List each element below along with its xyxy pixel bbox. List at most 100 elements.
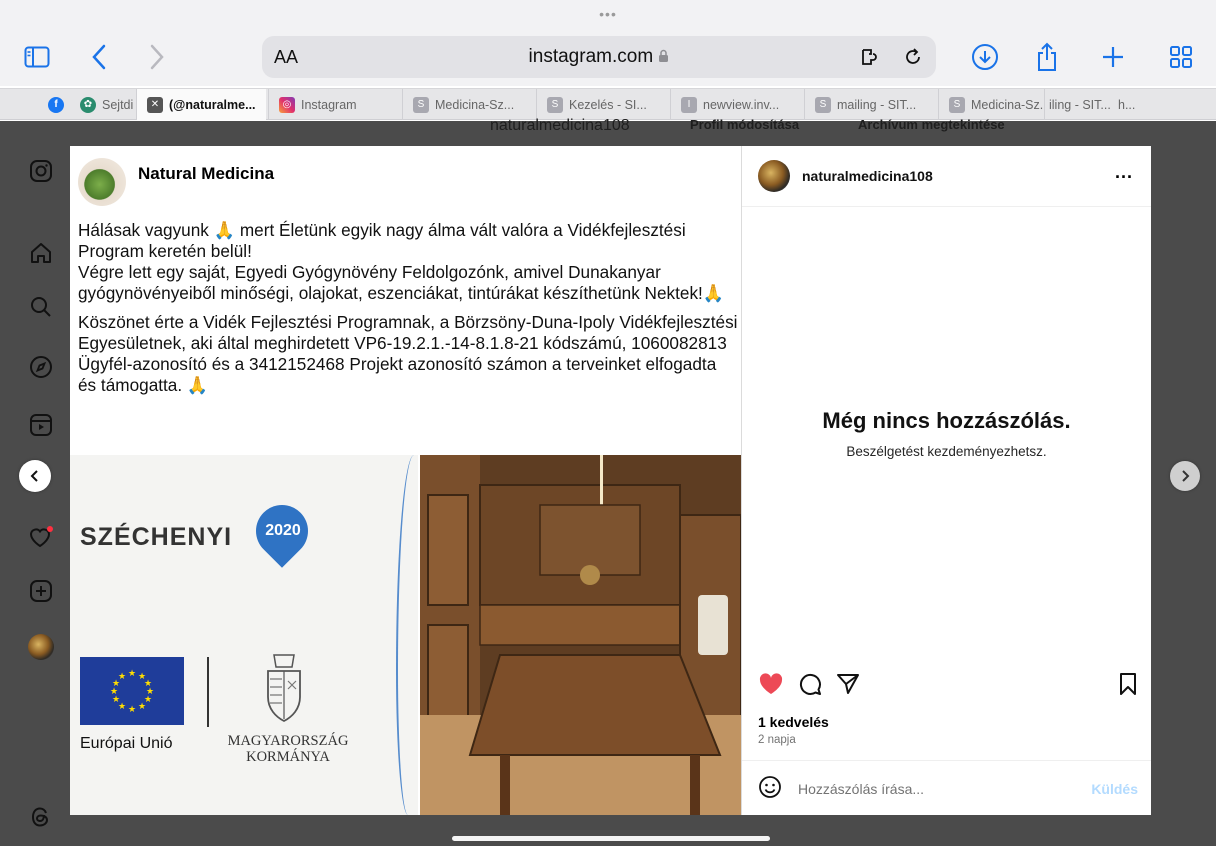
tab-naturalmedicina-x[interactable]: ✕ (@naturalme... [136, 89, 266, 120]
tab-label: Sejtdi [102, 97, 134, 112]
notifications-icon[interactable] [24, 520, 58, 554]
actions-divider [742, 760, 1151, 761]
svg-text:★: ★ [118, 672, 126, 682]
author-username[interactable]: naturalmedicina108 [802, 168, 933, 184]
background-view-archive: Archívum megtekintése [858, 117, 1005, 132]
reader-extension-icon[interactable] [860, 46, 884, 73]
threads-icon[interactable] [24, 800, 58, 834]
s-icon: S [547, 96, 563, 113]
comment-input[interactable] [798, 781, 1068, 797]
s-icon: S [949, 96, 965, 113]
tab-newview[interactable]: I newview.inv... [670, 89, 804, 120]
home-icon[interactable] [24, 236, 58, 270]
post-images: SZÉCHENYI 2020 ★ ★ ★ ★ ★ ★ ★ ★ ★ ★ ★ ★ Európai Unió… [70, 455, 741, 815]
tab-label: mailing - SIT... [837, 97, 917, 112]
reels-icon[interactable] [24, 408, 58, 442]
author-avatar[interactable] [758, 160, 790, 192]
workshop-photo [420, 455, 741, 815]
emoji-icon[interactable] [758, 775, 782, 804]
sidebar-toggle-icon[interactable] [20, 40, 54, 74]
chevron-left-icon [30, 470, 38, 482]
tab-facebook[interactable]: f [40, 89, 70, 120]
tab-overview-icon[interactable] [1164, 40, 1198, 74]
comments-panel: naturalmedicina108 ... Még nincs hozzász… [741, 146, 1151, 815]
url-text[interactable]: instagram.com [262, 46, 936, 68]
tab-label: Kezelés - SI... [569, 97, 647, 112]
tab-medicina-sz[interactable]: S Medicina-Sz... [402, 89, 536, 120]
url-label: instagram.com [528, 46, 654, 67]
send-comment-button[interactable]: Küldés [1091, 781, 1138, 797]
header-divider [742, 206, 1151, 207]
szechenyi-logo-text: SZÉCHENYI [80, 523, 233, 551]
instagram-icon: ◎ [279, 96, 295, 113]
tab-bar: f ✿ Sejtdi ✕ (@naturalme... ◎ Instagram … [0, 88, 1216, 120]
tab-kezeles[interactable]: S Kezelés - SI... [536, 89, 670, 120]
background-profile-name: naturalmedicina108 [490, 117, 630, 134]
post-paragraph: Végre lett egy saját, Egyedi Gyógynövény… [78, 262, 725, 303]
tab-medicina-sz-2[interactable]: S Medicina-Sz... [938, 89, 1044, 120]
hungarian-government-label: MAGYARORSZÁG KORMÁNYA [218, 733, 358, 765]
like-heart-icon[interactable] [758, 672, 784, 701]
hu-label-line-2: KORMÁNYA [246, 749, 330, 765]
instagram-logo-icon[interactable] [24, 154, 58, 188]
post-media[interactable]: Natural Medicina Hálásak vagyunk 🙏 mert … [70, 146, 741, 815]
download-icon[interactable] [968, 40, 1002, 74]
tab-label: Medicina-Sz... [435, 97, 515, 112]
post-actions [758, 670, 1138, 700]
flower-icon: ✿ [80, 96, 96, 113]
new-tab-icon[interactable] [1096, 40, 1130, 74]
post-author-avatar [78, 158, 126, 206]
facebook-icon: f [48, 96, 64, 113]
lock-icon [658, 46, 669, 67]
svg-text:★: ★ [128, 705, 136, 715]
explore-icon[interactable] [24, 350, 58, 384]
reload-icon[interactable] [902, 46, 924, 73]
hungarian-crest-icon [258, 651, 310, 725]
home-indicator[interactable] [452, 836, 770, 841]
divider [207, 657, 209, 727]
more-options-button[interactable]: ... [1115, 162, 1133, 183]
back-icon[interactable] [82, 40, 116, 74]
share-direct-icon[interactable] [836, 672, 860, 701]
tab-instagram[interactable]: ◎ Instagram [268, 89, 402, 120]
comment-icon[interactable] [798, 672, 822, 701]
previous-post-button[interactable] [19, 460, 51, 492]
tab-mailing-2[interactable]: iling - SIT... [1044, 89, 1114, 120]
tab-mailing[interactable]: S mailing - SIT... [804, 89, 938, 120]
post-header: Natural Medicina [78, 158, 274, 206]
tab-label: Medicina-Sz... [971, 97, 1044, 112]
tab-label: h... [1118, 97, 1136, 112]
window-dots[interactable]: ••• [0, 6, 1216, 22]
eu-flag-icon: ★ ★ ★ ★ ★ ★ ★ ★ ★ ★ ★ ★ [80, 657, 184, 725]
eu-label: Európai Unió [80, 735, 173, 752]
x-icon: ✕ [147, 96, 163, 113]
panel-header: naturalmedicina108 [758, 160, 933, 192]
like-count[interactable]: 1 kedvelés [758, 714, 829, 730]
no-comments-title: Még nincs hozzászólás. [822, 408, 1071, 433]
funding-logos-image: SZÉCHENYI 2020 ★ ★ ★ ★ ★ ★ ★ ★ ★ ★ ★ ★ Európai Unió… [70, 455, 418, 815]
tab-label: newview.inv... [703, 97, 780, 112]
szechenyi-year: 2020 [265, 522, 301, 539]
tab-overflow[interactable]: h... [1114, 89, 1194, 120]
post-paragraph: Hálásak vagyunk 🙏 mert Életünk egyik nag… [78, 220, 686, 261]
no-comments-subtitle: Beszélgetést kezdeményezhetsz. [846, 444, 1047, 459]
background-edit-profile: Profil módosítása [690, 117, 800, 132]
profile-avatar-icon[interactable] [24, 630, 58, 664]
s-icon: S [815, 96, 831, 113]
chevron-right-icon [1182, 470, 1190, 482]
address-bar[interactable]: AA instagram.com [262, 36, 936, 78]
post-author-name: Natural Medicina [138, 164, 275, 183]
svg-text:★: ★ [138, 702, 146, 712]
share-icon[interactable] [1030, 40, 1064, 74]
next-post-button[interactable] [1170, 461, 1200, 491]
forward-icon[interactable] [140, 40, 174, 74]
s-icon: S [413, 96, 429, 113]
search-icon[interactable] [24, 290, 58, 324]
hu-label-line-1: MAGYARORSZÁG [227, 733, 349, 749]
create-icon[interactable] [24, 574, 58, 608]
save-bookmark-icon[interactable] [1118, 672, 1138, 701]
i-icon: I [681, 96, 697, 113]
tab-label: (@naturalme... [169, 97, 256, 112]
tab-label: iling - SIT... [1049, 97, 1111, 112]
svg-text:★: ★ [128, 669, 136, 679]
